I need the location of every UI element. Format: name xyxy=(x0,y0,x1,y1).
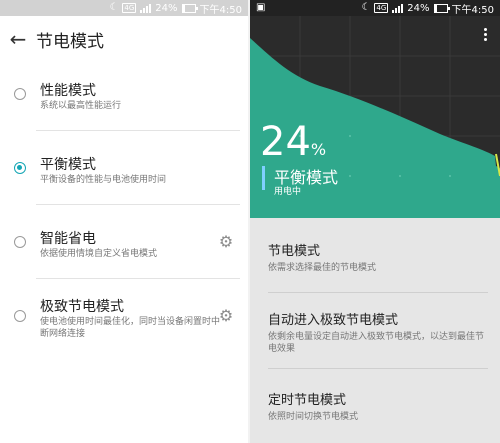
mode-title: 极致节电模式 xyxy=(40,299,124,315)
menu-item-power-saving-mode[interactable]: 节电模式 依需求选择最佳的节电模式 xyxy=(268,240,488,274)
gear-icon[interactable]: ⚙ xyxy=(218,234,234,250)
mode-option-performance[interactable]: 性能模式 系统以最高性能运行 xyxy=(0,78,248,128)
usage-status: 用电中 xyxy=(274,187,302,197)
radio-button-selected[interactable] xyxy=(14,162,26,174)
menu-item-description: 依照时间切换节电模式 xyxy=(268,412,359,422)
menu-item-title: 节电模式 xyxy=(268,244,321,259)
battery-percentage-large: 24% xyxy=(260,122,326,170)
mode-indicator-bar xyxy=(262,166,265,190)
battery-icon xyxy=(433,3,450,13)
signal-icon xyxy=(140,3,152,13)
battery-percent: 24% xyxy=(155,2,178,14)
gear-icon[interactable]: ⚙ xyxy=(218,308,234,324)
network-type-icon: 4G xyxy=(122,3,137,13)
divider xyxy=(36,130,240,131)
mode-description: 系统以最高性能运行 xyxy=(40,101,122,111)
moon-icon: ☾ xyxy=(109,2,119,13)
mode-title: 性能模式 xyxy=(40,83,96,99)
menu-item-scheduled-saving[interactable]: 定时节电模式 依照时间切换节电模式 xyxy=(268,389,488,423)
mode-option-ultra-saving[interactable]: 极致节电模式 使电池使用时间最佳化，同时当设备闲置时中断网络连接 ⚙ xyxy=(0,296,248,356)
power-saving-settings-panel: ☾ 4G 24% 下午4:50 ← 节电模式 性能模式 系统以最高性能运行 平衡… xyxy=(0,0,248,443)
network-type-icon: 4G xyxy=(374,3,389,13)
divider xyxy=(268,292,488,293)
moon-icon: ☾ xyxy=(361,2,371,13)
radio-button[interactable] xyxy=(14,310,26,322)
gallery-icon: ▣ xyxy=(256,2,266,13)
battery-icon xyxy=(181,3,198,13)
mode-description: 使电池使用时间最佳化，同时当设备闲置时中断网络连接 xyxy=(40,317,221,339)
radio-button[interactable] xyxy=(14,236,26,248)
status-bar: ☾ 4G 24% 下午4:50 xyxy=(0,0,248,16)
divider xyxy=(268,368,488,369)
menu-item-auto-ultra-saving[interactable]: 自动进入极致节电模式 依剩余电量设定自动进入极致节电模式，以达到最佳节电效果 xyxy=(268,309,488,355)
power-manager-panel: ▣ ☾ 4G 24% 下午4:50 24% 平衡模式 用电中 节电模式 依需求选… xyxy=(250,0,500,443)
clock: 下午4:50 xyxy=(451,4,494,16)
mode-description: 平衡设备的性能与电池使用时间 xyxy=(40,175,167,185)
radio-button[interactable] xyxy=(14,88,26,100)
mode-description: 依据使用情境自定义省电模式 xyxy=(40,249,158,259)
mode-option-balanced[interactable]: 平衡模式 平衡设备的性能与电池使用时间 xyxy=(0,152,248,202)
mode-option-smart-saving[interactable]: 智能省电 依据使用情境自定义省电模式 ⚙ xyxy=(0,226,248,276)
mode-title: 平衡模式 xyxy=(40,157,96,173)
menu-item-title: 自动进入极致节电模式 xyxy=(268,313,399,328)
menu-item-description: 依剩余电量设定自动进入极致节电模式，以达到最佳节电效果 xyxy=(268,332,485,354)
page-title: 节电模式 xyxy=(36,31,104,52)
clock: 下午4:50 xyxy=(199,4,242,16)
status-bar: ▣ ☾ 4G 24% 下午4:50 xyxy=(250,0,500,16)
menu-item-description: 依需求选择最佳的节电模式 xyxy=(268,263,377,273)
app-bar: ← 节电模式 xyxy=(0,16,248,62)
battery-value: 24 xyxy=(260,119,311,165)
overflow-menu-icon[interactable] xyxy=(484,28,488,43)
battery-percent: 24% xyxy=(407,2,430,14)
divider xyxy=(36,278,240,279)
percent-sign: % xyxy=(310,140,327,159)
back-arrow-icon[interactable]: ← xyxy=(0,27,36,51)
mode-title: 智能省电 xyxy=(40,231,96,247)
divider xyxy=(36,204,240,205)
signal-icon xyxy=(392,3,404,13)
menu-item-title: 定时节电模式 xyxy=(268,393,347,408)
